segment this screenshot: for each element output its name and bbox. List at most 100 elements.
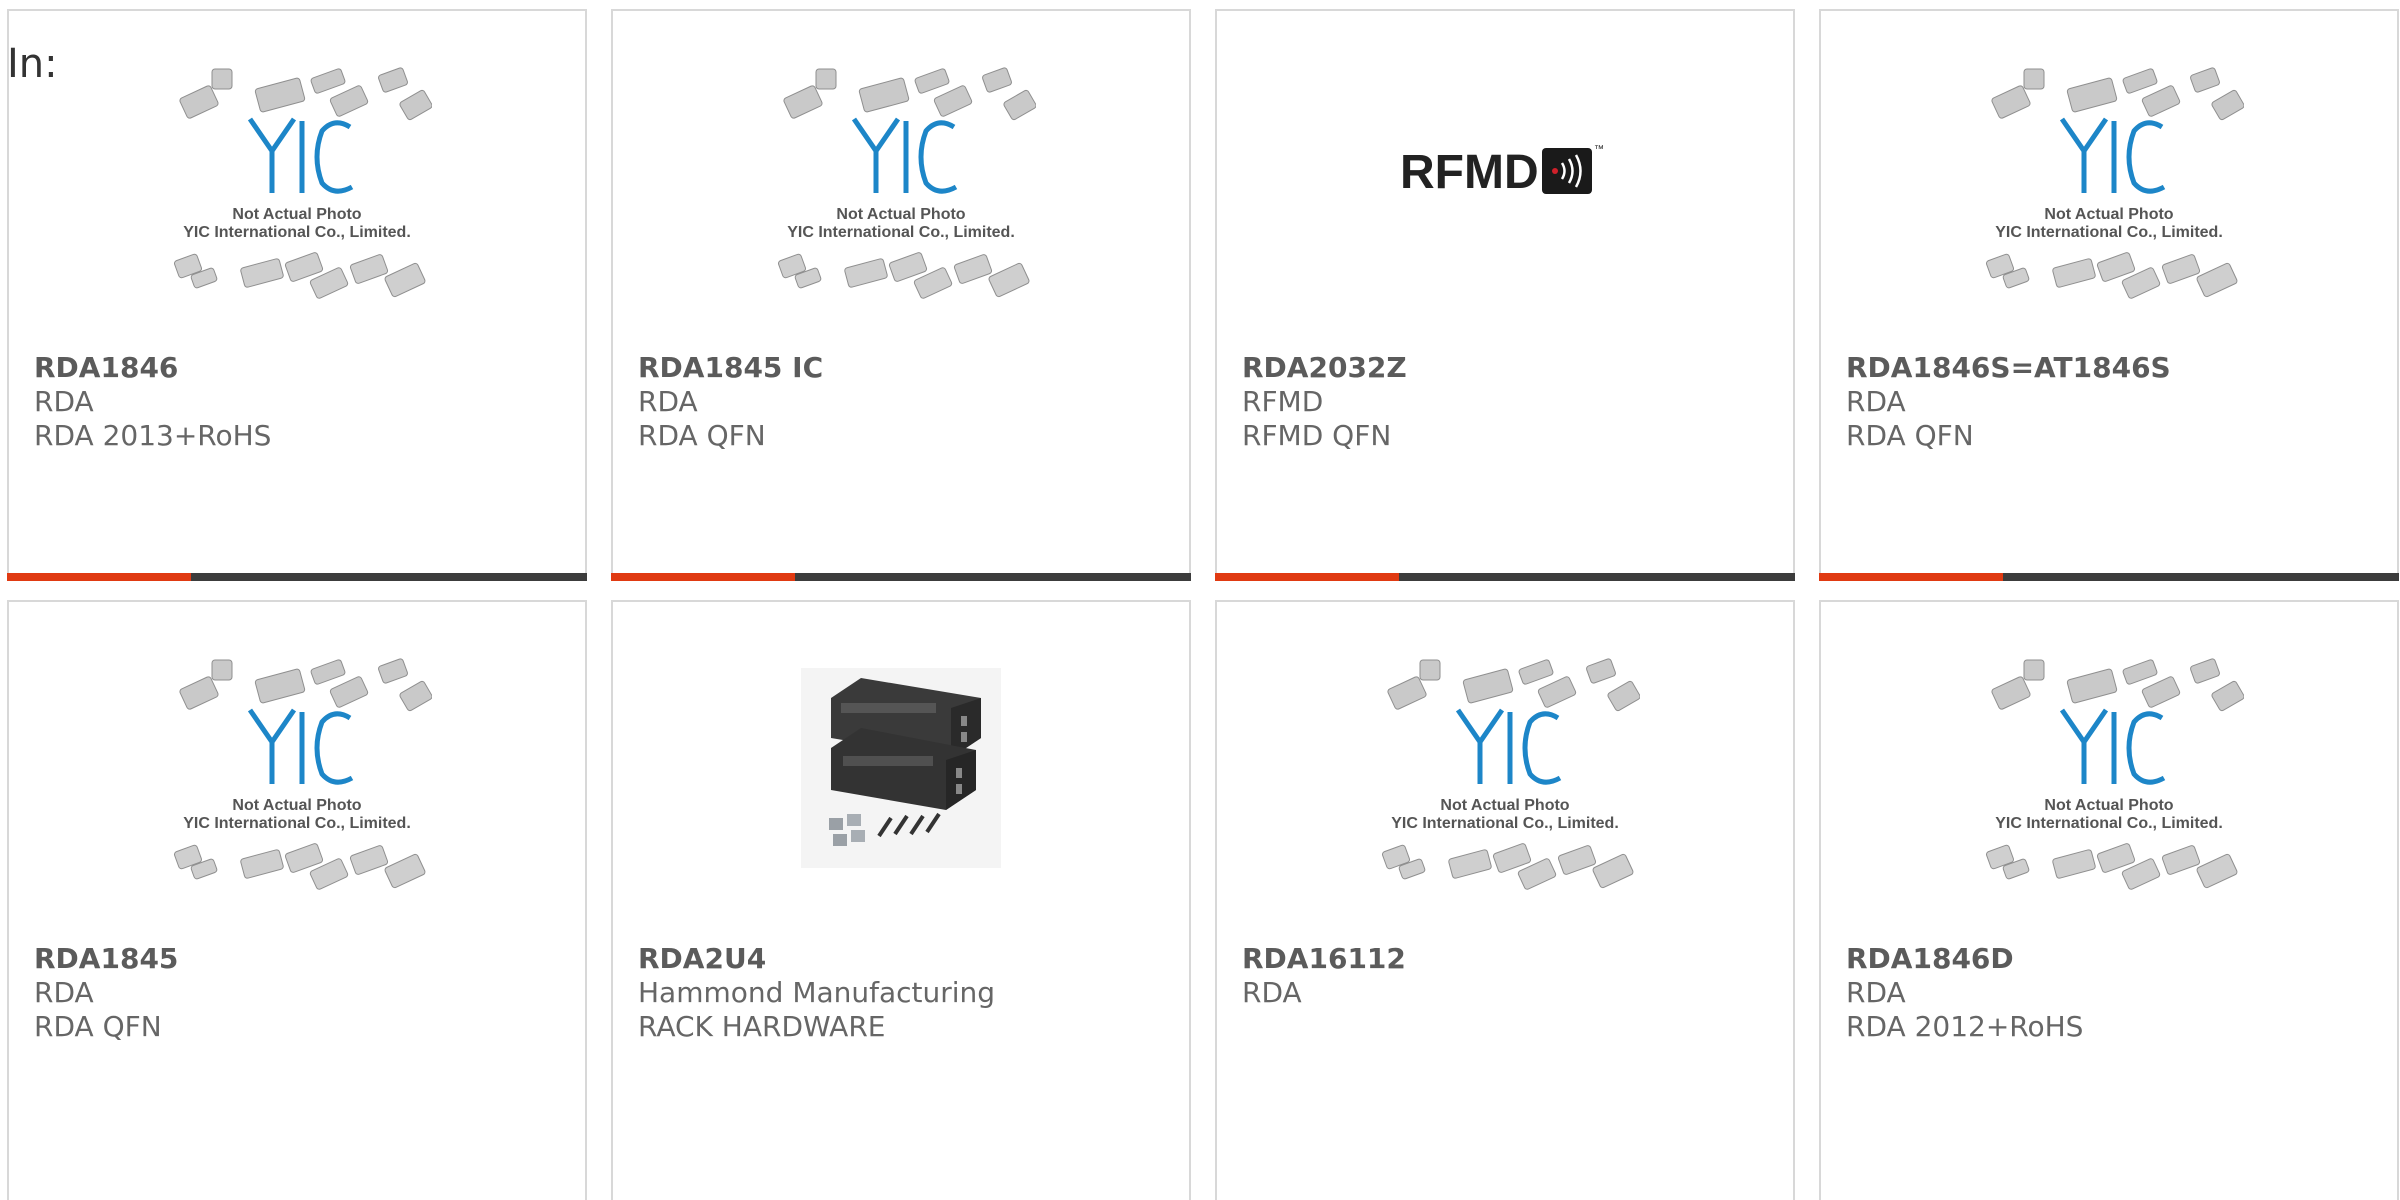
- chip-icon: [378, 67, 408, 93]
- chip-icon: [2161, 845, 2201, 875]
- chip-icon: [254, 668, 306, 704]
- product-card[interactable]: Not Actual Photo YIC International Co., L…: [611, 9, 1191, 581]
- placeholder-caption: YIC International Co., Limited.: [1391, 815, 1619, 832]
- chip-icon: [933, 85, 973, 117]
- card-bottom-bar: [1819, 573, 2399, 581]
- part-number[interactable]: RDA1845 IC: [638, 351, 1169, 385]
- chip-icon: [1537, 676, 1577, 708]
- chip-icon: [1607, 680, 1640, 712]
- chip-icon: [2196, 853, 2238, 889]
- chip-icon: [329, 85, 369, 117]
- rfmd-signal-dot: [1552, 168, 1558, 174]
- part-number[interactable]: RDA1846: [34, 351, 565, 385]
- card-accent: [1215, 573, 1399, 581]
- chip-icon: [378, 658, 408, 684]
- chip-icon: [982, 67, 1012, 93]
- placeholder-caption: YIC International Co., Limited.: [183, 224, 411, 241]
- chip-icon: [240, 849, 284, 879]
- yic-placeholder-image: Not Actual PhotoYIC International Co., L…: [1381, 658, 1640, 890]
- chip-icon: [310, 68, 346, 94]
- part-number[interactable]: RDA2032Z: [1242, 351, 1773, 385]
- card-accent: [1819, 573, 2003, 581]
- chip-icon: [349, 845, 389, 875]
- rfmd-tm: ™: [1594, 144, 1604, 155]
- yic-logo: [851, 117, 958, 194]
- product-info: RDA2032Z RFMD RFMD QFN: [1242, 351, 1773, 453]
- chip-icon: [384, 262, 426, 298]
- part-number[interactable]: RDA1845: [34, 942, 565, 976]
- product-card[interactable]: RDA2U4 Hammond Manufacturing RACK HARDWA…: [611, 600, 1191, 1200]
- chip-icon: [2066, 77, 2118, 113]
- chip-icon: [858, 77, 910, 113]
- product-image[interactable]: Not Actual Photo YIC International Co., L…: [1821, 11, 2397, 351]
- yic-logo: [1455, 708, 1562, 785]
- chip-icon: [1462, 668, 1514, 704]
- placeholder-caption: YIC International Co., Limited.: [183, 815, 411, 832]
- chip-icon: [254, 77, 306, 113]
- chip-icon: [2052, 849, 2096, 879]
- description: RDA QFN: [638, 419, 766, 452]
- chip-icon: [1518, 659, 1554, 685]
- product-card[interactable]: Not Actual Photo YIC International Co., L…: [7, 9, 587, 581]
- chip-icon: [2052, 258, 2096, 288]
- product-card[interactable]: RFMD ™ RDA2032Z RFMD RFMD QFN: [1215, 9, 1795, 581]
- chip-icon: [2023, 68, 2045, 90]
- product-card[interactable]: Not Actual Photo YIC International Co., L…: [1819, 9, 2399, 581]
- product-info: RDA1846S=AT1846S RDA RDA QFN: [1846, 351, 2377, 453]
- chip-icon: [2211, 680, 2244, 712]
- yic-logo: [247, 708, 354, 785]
- chip-icon: [953, 254, 993, 284]
- placeholder-caption: Not Actual Photo: [1440, 797, 1569, 814]
- description: RDA QFN: [1846, 419, 1974, 452]
- chip-icon: [399, 89, 432, 121]
- description: RFMD QFN: [1242, 419, 1392, 452]
- description: RACK HARDWARE: [638, 1010, 886, 1043]
- rack-brackets-photo: [801, 668, 1001, 868]
- chip-icon: [2196, 262, 2238, 298]
- product-image[interactable]: [613, 602, 1189, 942]
- chip-icon: [2211, 89, 2244, 121]
- manufacturer: RDA: [1242, 976, 1302, 1009]
- part-number[interactable]: RDA2U4: [638, 942, 1169, 976]
- chip-icon: [179, 676, 219, 710]
- yic-placeholder-image: Not Actual PhotoYIC International Co., L…: [173, 67, 432, 299]
- placeholder-caption: YIC International Co., Limited.: [1995, 224, 2223, 241]
- description: RDA QFN: [34, 1010, 162, 1043]
- yic-placeholder-image: Not Actual PhotoYIC International Co., L…: [1985, 67, 2244, 299]
- card-accent: [7, 573, 191, 581]
- product-image[interactable]: Not Actual Photo YIC International Co., L…: [9, 11, 585, 351]
- chip-icon: [1991, 85, 2031, 119]
- card-bottom-bar: [7, 573, 587, 581]
- manufacturer: RFMD: [1242, 385, 1324, 418]
- product-image[interactable]: Not Actual Photo YIC International Co., L…: [613, 11, 1189, 351]
- product-image[interactable]: Not Actual Photo YIC International Co., L…: [1821, 602, 2397, 942]
- chip-icon: [399, 680, 432, 712]
- product-card[interactable]: Not Actual Photo YIC International Co., L…: [1819, 600, 2399, 1200]
- chip-icon: [2190, 67, 2220, 93]
- yic-placeholder-image: Not Actual PhotoYIC International Co., L…: [777, 67, 1036, 299]
- placeholder-caption: Not Actual Photo: [836, 206, 965, 223]
- product-image[interactable]: RFMD ™: [1217, 11, 1793, 351]
- product-info: RDA1845 RDA RDA QFN: [34, 942, 565, 1044]
- chip-icon: [240, 258, 284, 288]
- chip-icon: [844, 258, 888, 288]
- placeholder-caption: YIC International Co., Limited.: [1995, 815, 2223, 832]
- chip-icon: [179, 85, 219, 119]
- product-card[interactable]: Not Actual Photo YIC International Co., L…: [7, 600, 587, 1200]
- in-label: In:: [7, 41, 58, 87]
- manufacturer: Hammond Manufacturing: [638, 976, 996, 1009]
- yic-placeholder-image: Not Actual PhotoYIC International Co., L…: [1985, 658, 2244, 890]
- card-accent: [611, 573, 795, 581]
- manufacturer: RDA: [638, 385, 698, 418]
- part-number[interactable]: RDA1846S=AT1846S: [1846, 351, 2377, 385]
- product-image[interactable]: Not Actual Photo YIC International Co., L…: [9, 602, 585, 942]
- product-image[interactable]: Not Actual Photo YIC International Co., L…: [1217, 602, 1793, 942]
- part-number[interactable]: RDA1846D: [1846, 942, 2377, 976]
- manufacturer: RDA: [34, 976, 94, 1009]
- chip-icon: [1448, 849, 1492, 879]
- chip-icon: [310, 659, 346, 685]
- chip-icon: [1592, 853, 1634, 889]
- chip-icon: [329, 676, 369, 708]
- product-card[interactable]: Not Actual Photo YIC International Co., L…: [1215, 600, 1795, 1200]
- part-number[interactable]: RDA16112: [1242, 942, 1773, 976]
